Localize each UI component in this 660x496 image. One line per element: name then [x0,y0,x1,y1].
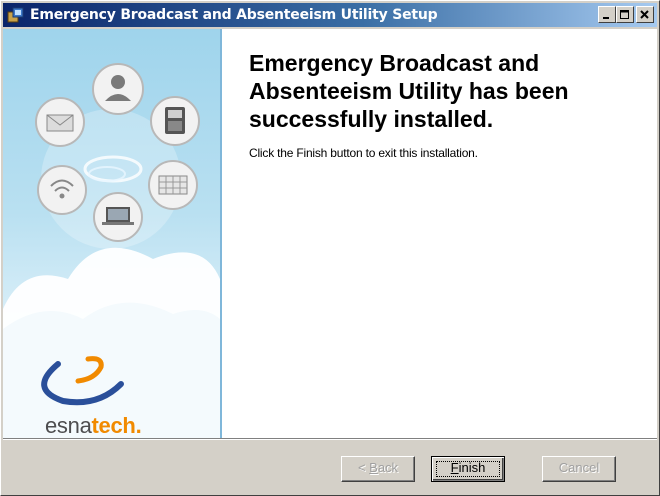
finish-access-key: F [450,460,459,475]
window-title: Emergency Broadcast and Absenteeism Util… [30,7,438,23]
title-buttons [598,6,654,23]
user-icon [92,63,144,115]
wifi-icon [37,165,87,215]
back-button[interactable]: < Back [341,456,415,482]
brand-name-primary: esna [45,413,92,438]
maximize-button[interactable] [616,6,634,23]
finish-label-rest: inish [458,460,486,475]
back-access-key: B [369,460,378,475]
page-title: Emergency Broadcast and Absenteeism Util… [249,50,569,132]
phone-icon [150,96,200,146]
brand-name-accent: tech [91,413,136,438]
wizard-content: esnatech. Emergency Broadcast and Absent… [3,29,657,438]
back-label-rest: ack [377,460,399,475]
instruction-text: Click the Finish button to exit this ins… [249,146,478,160]
close-button[interactable] [636,6,654,23]
banner-illustration [3,63,220,438]
finish-button[interactable]: Finish [431,456,505,482]
brand-dot: . [135,413,142,438]
mail-icon [35,97,85,147]
maximize-icon [620,9,629,19]
installer-icon [7,6,25,24]
calendar-icon [148,160,198,210]
sidebar-divider [220,29,222,438]
back-prefix: < [357,460,370,475]
laptop-icon [93,192,143,242]
minimize-icon [603,16,609,19]
footer-separator-highlight [3,439,657,440]
minimize-button[interactable] [598,6,616,23]
brand-logo-text: esnatech. [45,413,142,438]
title-bar[interactable]: Emergency Broadcast and Absenteeism Util… [3,3,657,27]
cancel-button[interactable]: Cancel [542,456,616,482]
setup-window: Emergency Broadcast and Absenteeism Util… [0,0,660,496]
close-icon [640,9,649,19]
cancel-label: Cancel [558,460,600,475]
sidebar-banner: esnatech. [3,29,220,438]
